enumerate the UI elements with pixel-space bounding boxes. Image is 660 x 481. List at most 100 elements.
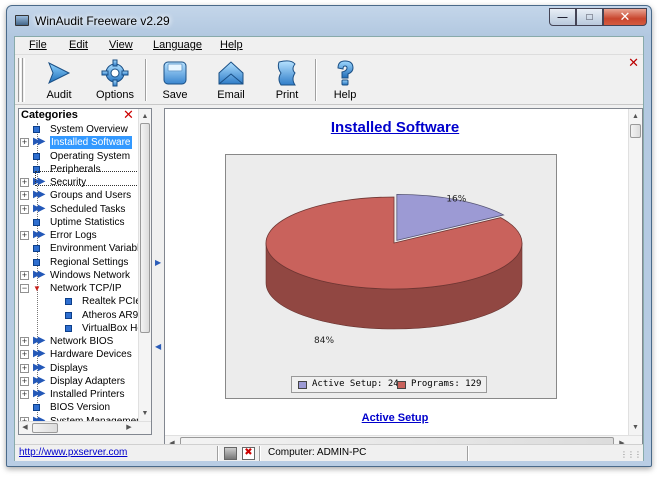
- expand-icon[interactable]: +: [20, 376, 29, 386]
- tree-item[interactable]: + ▶▶ Windows Network: [19, 269, 138, 282]
- tree-item-label: Display Adapters: [50, 375, 126, 387]
- menu-language[interactable]: Language: [153, 39, 202, 51]
- expand-icon[interactable]: +: [20, 204, 29, 214]
- tree-item[interactable]: Environment Variables: [19, 242, 138, 255]
- tree-item[interactable]: + ▶▶ Installed Printers: [19, 388, 138, 401]
- expand-icon[interactable]: +: [20, 270, 29, 280]
- expand-icon[interactable]: +: [20, 337, 29, 346]
- report-vscroll[interactable]: ▲ ▼: [628, 109, 642, 435]
- expand-icon[interactable]: +: [20, 231, 29, 240]
- scroll-up-icon[interactable]: ▲: [139, 109, 151, 124]
- title-bar[interactable]: WinAudit Freeware v2.29 — □ ✕: [7, 6, 651, 34]
- toolbar-grip[interactable]: [18, 58, 21, 102]
- branch-arrow-icon: ▶▶: [33, 361, 46, 373]
- tree-item[interactable]: + ▶▶ Network BIOS: [19, 335, 138, 348]
- categories-hscroll[interactable]: ◀ ▶: [19, 421, 151, 434]
- legend-active-setup: Active Setup: 24: [312, 379, 399, 389]
- tree-item-label: Uptime Statistics: [50, 216, 125, 228]
- email-button[interactable]: Email: [207, 57, 255, 103]
- tree-item[interactable]: + ▶▶ Scheduled Tasks: [19, 203, 138, 216]
- app-icon: [15, 15, 29, 26]
- close-categories-icon[interactable]: ✕: [123, 107, 134, 123]
- close-toolbar-icon[interactable]: ✕: [628, 55, 639, 71]
- computer-name: Computer: ADMIN-PC: [268, 447, 367, 458]
- scroll-down-icon[interactable]: ▼: [139, 406, 151, 421]
- print-button[interactable]: Print: [263, 57, 311, 103]
- branch-arrow-icon: ▶▶: [33, 374, 46, 386]
- menu-file[interactable]: File: [29, 39, 47, 51]
- pane-splitter[interactable]: ▶ ◀: [153, 108, 163, 451]
- report-scroll-thumb[interactable]: [630, 124, 641, 138]
- disk-icon: [224, 447, 237, 460]
- leaf-icon: [33, 152, 40, 160]
- tree-item[interactable]: + ▶▶ Error Logs: [19, 229, 138, 242]
- tree-item-label: Network TCP/IP: [50, 283, 122, 294]
- branch-arrow-icon: ▶▶: [33, 202, 46, 214]
- focus-rectangle: [35, 171, 138, 186]
- menu-edit[interactable]: Edit: [69, 39, 88, 51]
- help-button[interactable]: Help: [321, 57, 369, 103]
- legend-swatch-programs: [397, 381, 406, 389]
- legend-swatch-active-setup: [298, 381, 307, 389]
- expand-icon[interactable]: +: [20, 350, 29, 360]
- menu-help[interactable]: Help: [220, 39, 243, 51]
- website-link[interactable]: http://www.pxserver.com: [19, 447, 127, 458]
- tree-item[interactable]: System Overview: [19, 123, 138, 136]
- expand-icon[interactable]: +: [20, 178, 29, 187]
- save-button[interactable]: Save: [151, 57, 199, 103]
- scroll-right-icon[interactable]: ▶: [123, 420, 135, 435]
- scroll-thumb[interactable]: [140, 123, 150, 333]
- tree-item[interactable]: Operating System: [19, 150, 138, 163]
- stop-icon: ✖: [242, 447, 255, 460]
- maximize-button[interactable]: □: [576, 8, 603, 26]
- tree-item-label: Groups and Users: [50, 190, 132, 202]
- tree-item[interactable]: + ▶▶ Hardware Devices: [19, 348, 138, 361]
- tree-item[interactable]: + ▶▶ Displays: [19, 362, 138, 375]
- tree-item[interactable]: BIOS Version: [19, 401, 138, 414]
- tree-item[interactable]: VirtualBox Host-Only: [19, 322, 138, 335]
- tree-item[interactable]: Realtek PCIe GBE: [19, 295, 138, 308]
- scroll-left-icon[interactable]: ◀: [19, 420, 31, 435]
- pie-chart-svg: 16% 84%: [265, 193, 523, 346]
- section-active-setup-link[interactable]: Active Setup: [165, 412, 625, 424]
- pie-percent-label: 84%: [314, 336, 334, 346]
- hscroll-thumb[interactable]: [32, 423, 58, 433]
- tree-item[interactable]: + ▶▶ Installed Software: [19, 136, 138, 150]
- scroll-down-icon[interactable]: ▼: [629, 420, 642, 435]
- tree-item[interactable]: + ▶▶ Display Adapters: [19, 375, 138, 388]
- print-icon: [277, 60, 296, 86]
- tree-item[interactable]: − ▼ Network TCP/IP: [19, 282, 138, 295]
- tree-item-label: Error Logs: [50, 230, 97, 241]
- close-button[interactable]: ✕: [603, 8, 647, 26]
- save-icon: [163, 61, 187, 85]
- collapse-left-icon[interactable]: ◀: [155, 342, 161, 351]
- expand-icon[interactable]: +: [20, 138, 29, 148]
- minimize-button[interactable]: —: [549, 8, 576, 26]
- resize-grip-icon[interactable]: ⋮⋮⋮: [620, 450, 642, 459]
- tree-item-label: Windows Network: [50, 269, 131, 281]
- status-divider: [467, 446, 469, 461]
- leaf-icon: [33, 126, 40, 133]
- tree-item[interactable]: + ▶▶ Groups and Users: [19, 189, 138, 202]
- categories-pane: Categories ✕ System Overview + ▶▶ Installed…: [18, 107, 152, 435]
- tree-item[interactable]: Regional Settings: [19, 256, 138, 269]
- collapse-right-icon[interactable]: ▶: [155, 258, 161, 267]
- expand-icon[interactable]: +: [20, 390, 29, 399]
- tree-item[interactable]: Atheros AR9285: [19, 309, 138, 322]
- audit-button[interactable]: Audit: [35, 57, 83, 103]
- branch-arrow-icon: ▶▶: [33, 335, 46, 346]
- email-icon: [218, 61, 244, 85]
- options-button[interactable]: Options: [91, 57, 139, 103]
- menu-view[interactable]: View: [109, 39, 133, 51]
- collapse-icon[interactable]: −: [20, 284, 29, 293]
- scroll-up-icon[interactable]: ▲: [629, 109, 642, 124]
- report-title[interactable]: Installed Software: [165, 119, 625, 136]
- tree-item[interactable]: Uptime Statistics: [19, 216, 138, 229]
- branch-arrow-icon: ▶▶: [33, 348, 46, 360]
- leaf-icon: [33, 404, 40, 412]
- print-label: Print: [275, 89, 299, 101]
- toolbar-separator: [315, 59, 317, 101]
- expand-icon[interactable]: +: [20, 363, 29, 373]
- categories-vscroll[interactable]: ▲ ▼: [138, 109, 151, 421]
- expand-icon[interactable]: +: [20, 191, 29, 201]
